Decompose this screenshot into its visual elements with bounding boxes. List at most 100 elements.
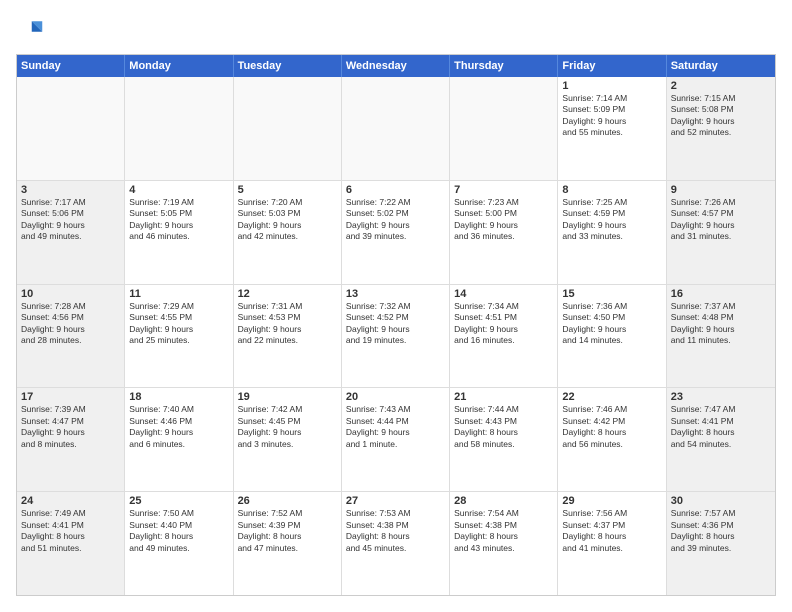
calendar-week-0: 1Sunrise: 7:14 AM Sunset: 5:09 PM Daylig… [17,77,775,181]
day-info: Sunrise: 7:14 AM Sunset: 5:09 PM Dayligh… [562,93,661,139]
day-number: 13 [346,288,445,300]
header-day-thursday: Thursday [450,55,558,77]
calendar-cell: 24Sunrise: 7:49 AM Sunset: 4:41 PM Dayli… [17,492,125,595]
calendar-cell [450,77,558,180]
day-info: Sunrise: 7:47 AM Sunset: 4:41 PM Dayligh… [671,404,771,450]
day-info: Sunrise: 7:54 AM Sunset: 4:38 PM Dayligh… [454,508,553,554]
calendar-cell: 30Sunrise: 7:57 AM Sunset: 4:36 PM Dayli… [667,492,775,595]
calendar-cell: 6Sunrise: 7:22 AM Sunset: 5:02 PM Daylig… [342,181,450,284]
calendar-cell: 2Sunrise: 7:15 AM Sunset: 5:08 PM Daylig… [667,77,775,180]
day-number: 20 [346,391,445,403]
calendar-cell: 23Sunrise: 7:47 AM Sunset: 4:41 PM Dayli… [667,388,775,491]
calendar-cell: 10Sunrise: 7:28 AM Sunset: 4:56 PM Dayli… [17,285,125,388]
day-number: 26 [238,495,337,507]
day-info: Sunrise: 7:26 AM Sunset: 4:57 PM Dayligh… [671,197,771,243]
calendar-cell: 8Sunrise: 7:25 AM Sunset: 4:59 PM Daylig… [558,181,666,284]
calendar-cell: 13Sunrise: 7:32 AM Sunset: 4:52 PM Dayli… [342,285,450,388]
calendar-week-2: 10Sunrise: 7:28 AM Sunset: 4:56 PM Dayli… [17,285,775,389]
day-number: 10 [21,288,120,300]
logo-icon [16,16,44,44]
calendar-cell [17,77,125,180]
day-number: 19 [238,391,337,403]
day-number: 7 [454,184,553,196]
day-info: Sunrise: 7:42 AM Sunset: 4:45 PM Dayligh… [238,404,337,450]
calendar-cell: 3Sunrise: 7:17 AM Sunset: 5:06 PM Daylig… [17,181,125,284]
day-info: Sunrise: 7:32 AM Sunset: 4:52 PM Dayligh… [346,301,445,347]
calendar-cell: 27Sunrise: 7:53 AM Sunset: 4:38 PM Dayli… [342,492,450,595]
day-info: Sunrise: 7:40 AM Sunset: 4:46 PM Dayligh… [129,404,228,450]
day-info: Sunrise: 7:44 AM Sunset: 4:43 PM Dayligh… [454,404,553,450]
calendar-cell: 7Sunrise: 7:23 AM Sunset: 5:00 PM Daylig… [450,181,558,284]
header [16,16,776,44]
day-info: Sunrise: 7:20 AM Sunset: 5:03 PM Dayligh… [238,197,337,243]
day-number: 11 [129,288,228,300]
day-info: Sunrise: 7:37 AM Sunset: 4:48 PM Dayligh… [671,301,771,347]
day-number: 2 [671,80,771,92]
day-number: 21 [454,391,553,403]
day-number: 22 [562,391,661,403]
calendar-cell: 4Sunrise: 7:19 AM Sunset: 5:05 PM Daylig… [125,181,233,284]
day-number: 9 [671,184,771,196]
day-number: 12 [238,288,337,300]
day-number: 27 [346,495,445,507]
calendar-cell: 29Sunrise: 7:56 AM Sunset: 4:37 PM Dayli… [558,492,666,595]
calendar-cell: 22Sunrise: 7:46 AM Sunset: 4:42 PM Dayli… [558,388,666,491]
calendar: SundayMondayTuesdayWednesdayThursdayFrid… [16,54,776,596]
day-number: 5 [238,184,337,196]
day-number: 16 [671,288,771,300]
day-number: 1 [562,80,661,92]
calendar-week-3: 17Sunrise: 7:39 AM Sunset: 4:47 PM Dayli… [17,388,775,492]
day-info: Sunrise: 7:15 AM Sunset: 5:08 PM Dayligh… [671,93,771,139]
calendar-cell: 20Sunrise: 7:43 AM Sunset: 4:44 PM Dayli… [342,388,450,491]
header-day-wednesday: Wednesday [342,55,450,77]
day-info: Sunrise: 7:23 AM Sunset: 5:00 PM Dayligh… [454,197,553,243]
day-number: 8 [562,184,661,196]
day-info: Sunrise: 7:46 AM Sunset: 4:42 PM Dayligh… [562,404,661,450]
day-info: Sunrise: 7:17 AM Sunset: 5:06 PM Dayligh… [21,197,120,243]
calendar-cell: 17Sunrise: 7:39 AM Sunset: 4:47 PM Dayli… [17,388,125,491]
day-info: Sunrise: 7:56 AM Sunset: 4:37 PM Dayligh… [562,508,661,554]
day-number: 4 [129,184,228,196]
day-number: 29 [562,495,661,507]
day-info: Sunrise: 7:25 AM Sunset: 4:59 PM Dayligh… [562,197,661,243]
calendar-cell: 9Sunrise: 7:26 AM Sunset: 4:57 PM Daylig… [667,181,775,284]
day-number: 24 [21,495,120,507]
calendar-cell: 1Sunrise: 7:14 AM Sunset: 5:09 PM Daylig… [558,77,666,180]
day-info: Sunrise: 7:28 AM Sunset: 4:56 PM Dayligh… [21,301,120,347]
calendar-cell: 25Sunrise: 7:50 AM Sunset: 4:40 PM Dayli… [125,492,233,595]
page: SundayMondayTuesdayWednesdayThursdayFrid… [0,0,792,612]
calendar-cell: 12Sunrise: 7:31 AM Sunset: 4:53 PM Dayli… [234,285,342,388]
day-number: 28 [454,495,553,507]
day-info: Sunrise: 7:43 AM Sunset: 4:44 PM Dayligh… [346,404,445,450]
day-number: 23 [671,391,771,403]
day-number: 25 [129,495,228,507]
day-info: Sunrise: 7:39 AM Sunset: 4:47 PM Dayligh… [21,404,120,450]
calendar-body: 1Sunrise: 7:14 AM Sunset: 5:09 PM Daylig… [17,77,775,595]
calendar-cell [234,77,342,180]
calendar-cell: 26Sunrise: 7:52 AM Sunset: 4:39 PM Dayli… [234,492,342,595]
calendar-cell [125,77,233,180]
day-info: Sunrise: 7:31 AM Sunset: 4:53 PM Dayligh… [238,301,337,347]
day-info: Sunrise: 7:50 AM Sunset: 4:40 PM Dayligh… [129,508,228,554]
day-number: 14 [454,288,553,300]
calendar-cell [342,77,450,180]
day-info: Sunrise: 7:36 AM Sunset: 4:50 PM Dayligh… [562,301,661,347]
day-info: Sunrise: 7:34 AM Sunset: 4:51 PM Dayligh… [454,301,553,347]
header-day-friday: Friday [558,55,666,77]
header-day-saturday: Saturday [667,55,775,77]
day-info: Sunrise: 7:53 AM Sunset: 4:38 PM Dayligh… [346,508,445,554]
calendar-week-4: 24Sunrise: 7:49 AM Sunset: 4:41 PM Dayli… [17,492,775,595]
calendar-cell: 21Sunrise: 7:44 AM Sunset: 4:43 PM Dayli… [450,388,558,491]
calendar-header: SundayMondayTuesdayWednesdayThursdayFrid… [17,55,775,77]
day-number: 17 [21,391,120,403]
logo [16,16,48,44]
day-info: Sunrise: 7:22 AM Sunset: 5:02 PM Dayligh… [346,197,445,243]
day-info: Sunrise: 7:49 AM Sunset: 4:41 PM Dayligh… [21,508,120,554]
day-number: 3 [21,184,120,196]
day-number: 30 [671,495,771,507]
calendar-week-1: 3Sunrise: 7:17 AM Sunset: 5:06 PM Daylig… [17,181,775,285]
day-info: Sunrise: 7:52 AM Sunset: 4:39 PM Dayligh… [238,508,337,554]
calendar-cell: 11Sunrise: 7:29 AM Sunset: 4:55 PM Dayli… [125,285,233,388]
header-day-tuesday: Tuesday [234,55,342,77]
header-day-monday: Monday [125,55,233,77]
